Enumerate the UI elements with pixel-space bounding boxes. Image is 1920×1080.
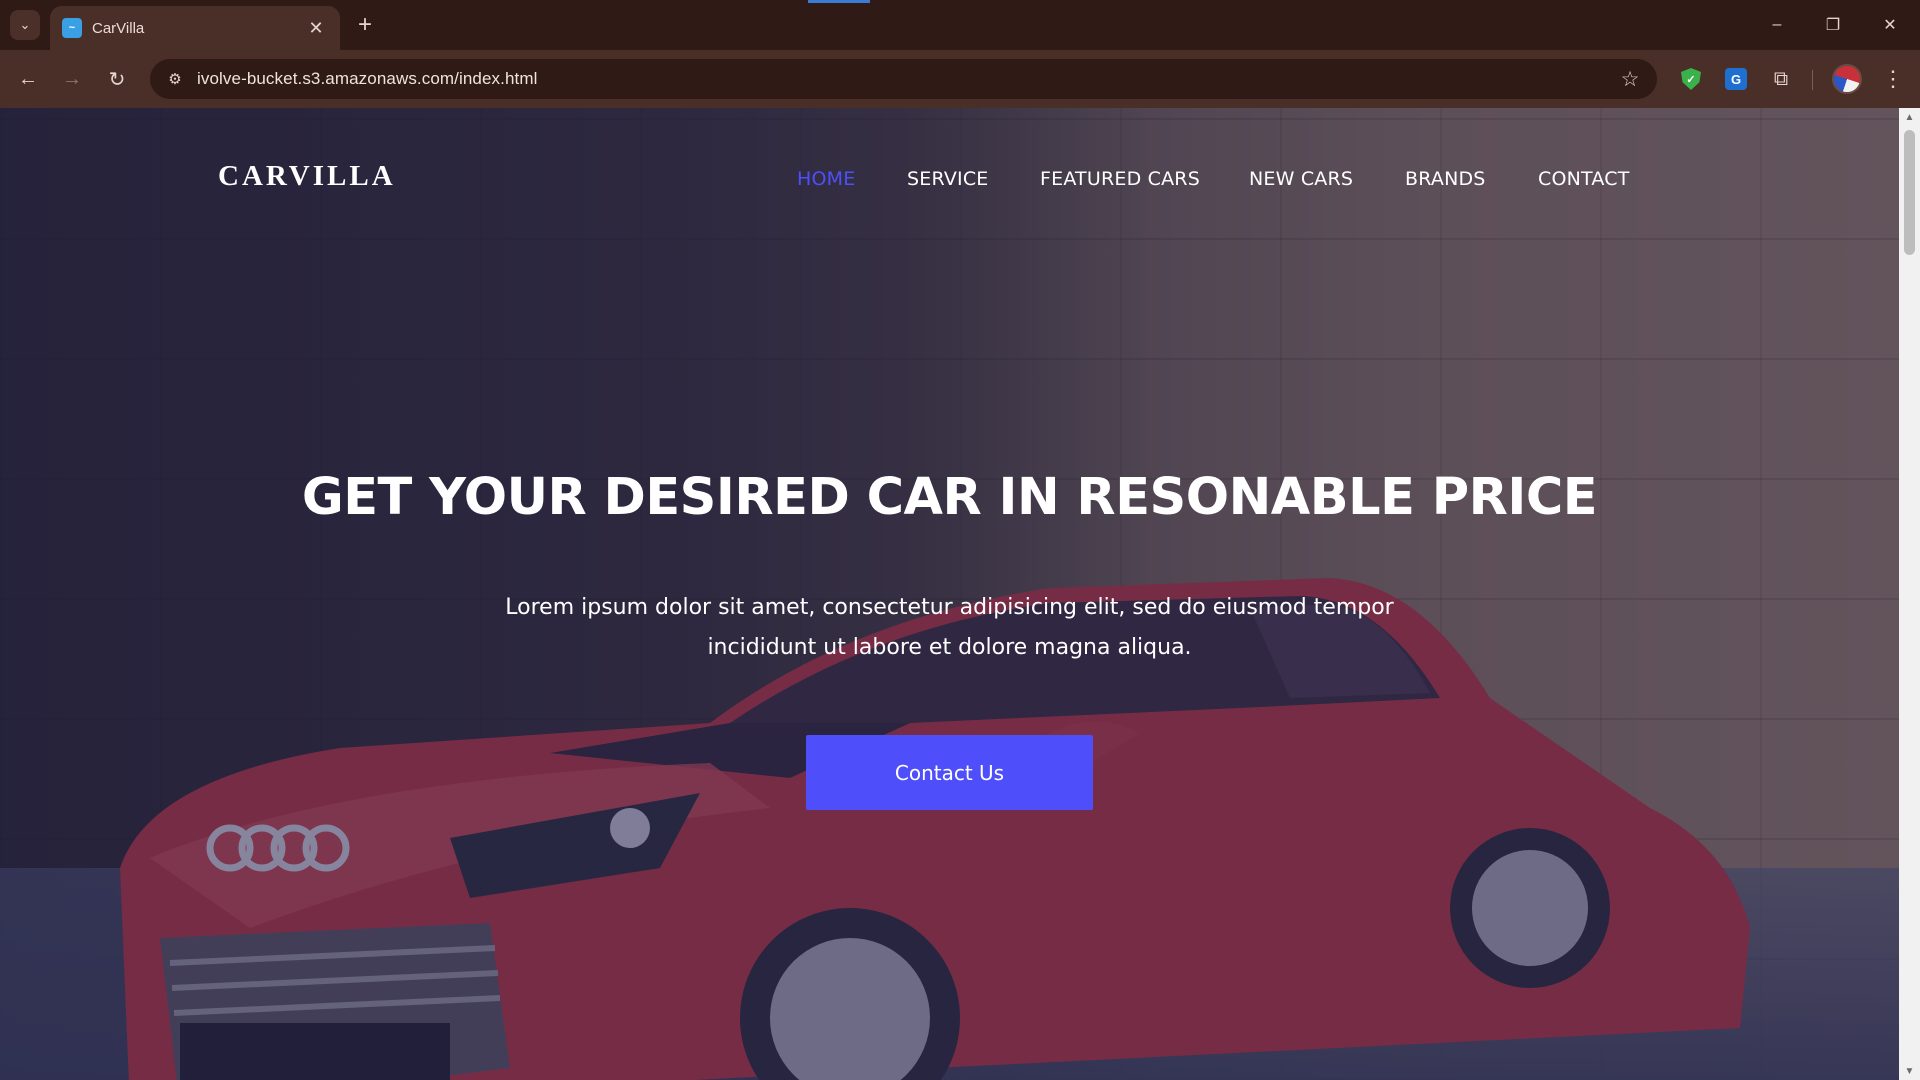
reload-icon[interactable]: ↻ <box>101 63 133 95</box>
extension-translate-icon[interactable]: G <box>1722 65 1750 93</box>
hero-subtext: Lorem ipsum dolor sit amet, consectetur … <box>380 588 1519 668</box>
tab-title: CarVilla <box>92 19 145 37</box>
extension-shield-icon[interactable]: ✓ <box>1677 65 1705 93</box>
browser-toolbar: ← → ↻ ⚙ ivolve-bucket.s3.amazonaws.com/i… <box>0 50 1920 108</box>
tab-close-icon[interactable]: ✕ <box>304 16 328 40</box>
bookmark-star-icon[interactable]: ☆ <box>1617 66 1643 92</box>
tab-favicon-icon: ~ <box>62 18 82 38</box>
hero-headline: GET YOUR DESIRED CAR IN RESONABLE PRICE <box>301 468 1598 527</box>
hero-subtext-line-1: Lorem ipsum dolor sit amet, consectetur … <box>505 595 1394 620</box>
page-scrollbar[interactable]: ▲ ▼ <box>1899 108 1920 1080</box>
browser-tab-bar: ⌄ ~ CarVilla ✕ + – ❐ ✕ <box>0 0 1920 50</box>
nav-service-link[interactable]: SERVICE <box>907 168 989 190</box>
browser-tab[interactable]: ~ CarVilla ✕ <box>50 6 340 50</box>
close-window-button[interactable]: ✕ <box>1870 8 1910 42</box>
url-text[interactable]: ivolve-bucket.s3.amazonaws.com/index.htm… <box>197 69 537 89</box>
minimize-window-button[interactable]: – <box>1757 8 1797 42</box>
nav-brands-link[interactable]: BRANDS <box>1405 168 1486 190</box>
site-navigation: HOME SERVICE FEATURED CARS NEW CARS BRAN… <box>0 168 1899 198</box>
tab-strip-indicator <box>808 0 870 3</box>
toolbar-separator <box>1812 70 1813 90</box>
address-bar[interactable]: ⚙ ivolve-bucket.s3.amazonaws.com/index.h… <box>150 59 1657 99</box>
new-tab-button[interactable]: + <box>350 10 380 40</box>
nav-featured-cars-link[interactable]: FEATURED CARS <box>1040 168 1200 190</box>
scroll-down-arrow-icon[interactable]: ▼ <box>1899 1062 1920 1080</box>
tab-search-chevron-down-icon[interactable]: ⌄ <box>10 10 40 40</box>
hero-subtext-line-2: incididunt ut labore et dolore magna ali… <box>707 635 1192 660</box>
site-info-tune-icon[interactable]: ⚙ <box>162 67 188 91</box>
nav-home-link[interactable]: HOME <box>797 168 855 190</box>
hero-section: CARVILLA HOME SERVICE FEATURED CARS NEW … <box>0 108 1899 1080</box>
scrollbar-thumb[interactable] <box>1904 130 1915 255</box>
restore-window-button[interactable]: ❐ <box>1813 8 1853 42</box>
nav-contact-link[interactable]: CONTACT <box>1538 168 1630 190</box>
contact-us-button[interactable]: Contact Us <box>806 735 1093 810</box>
forward-arrow-icon[interactable]: → <box>56 63 88 95</box>
nav-new-cars-link[interactable]: NEW CARS <box>1249 168 1353 190</box>
extensions-puzzle-icon[interactable]: ⧉ <box>1767 65 1795 93</box>
profile-avatar[interactable] <box>1832 64 1862 94</box>
more-vertical-icon[interactable]: ⋮ <box>1878 64 1908 94</box>
scroll-up-arrow-icon[interactable]: ▲ <box>1899 108 1920 126</box>
back-arrow-icon[interactable]: ← <box>12 63 44 95</box>
page-viewport: CARVILLA HOME SERVICE FEATURED CARS NEW … <box>0 108 1920 1080</box>
